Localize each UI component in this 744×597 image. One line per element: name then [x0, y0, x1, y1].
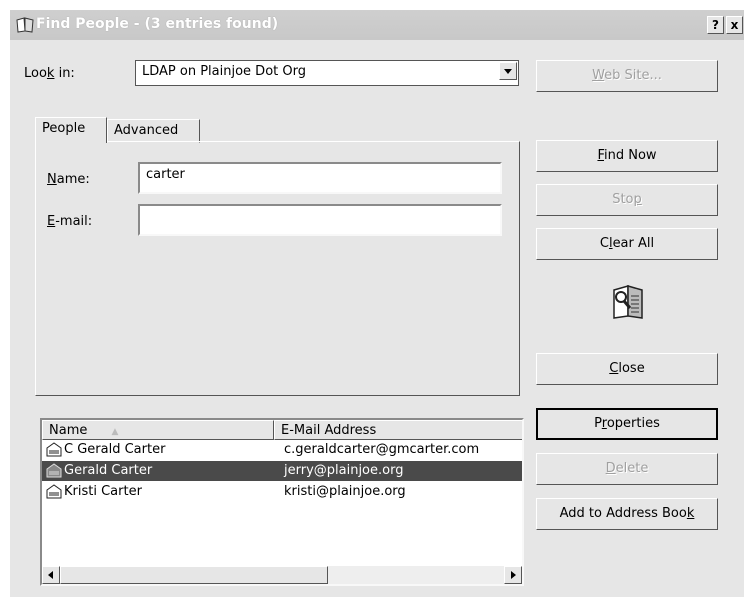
- scroll-right-icon: [511, 571, 516, 579]
- close-button[interactable]: Close: [536, 353, 718, 385]
- help-button[interactable]: ?: [707, 16, 724, 34]
- tab-people[interactable]: People: [35, 117, 107, 143]
- result-name: Kristi Carter: [64, 484, 142, 499]
- results-list[interactable]: Name ▲ E-Mail Address C Gerald Carter c.…: [40, 418, 524, 586]
- address-book-icon: [16, 17, 34, 33]
- column-header-name[interactable]: Name ▲: [42, 420, 274, 440]
- result-email: jerry@plainjoe.org: [284, 463, 404, 478]
- look-in-label: Look in:: [24, 66, 75, 81]
- clear-all-button[interactable]: Clear All: [536, 228, 718, 260]
- title-bar: Find People - (3 entries found) ? x: [10, 10, 744, 40]
- result-email: kristi@plainjoe.org: [284, 484, 406, 499]
- table-row[interactable]: Gerald Carter jerry@plainjoe.org: [42, 461, 522, 481]
- table-row[interactable]: C Gerald Carter c.geraldcarter@gmcarter.…: [42, 440, 522, 460]
- properties-button[interactable]: Properties: [536, 408, 718, 440]
- sort-ascending-icon: ▲: [111, 427, 119, 437]
- find-people-icon: [613, 285, 643, 319]
- help-icon: ?: [712, 18, 719, 32]
- stop-button[interactable]: Stop: [536, 184, 718, 216]
- result-name: C Gerald Carter: [64, 442, 166, 457]
- table-row[interactable]: Kristi Carter kristi@plainjoe.org: [42, 482, 522, 502]
- column-header-email[interactable]: E-Mail Address: [274, 420, 522, 440]
- email-input[interactable]: [138, 204, 502, 236]
- scroll-left-button[interactable]: [42, 566, 60, 584]
- contact-card-icon: [46, 442, 62, 457]
- contact-card-icon: [46, 463, 62, 478]
- chevron-down-icon[interactable]: [499, 62, 517, 80]
- horizontal-scrollbar[interactable]: [42, 566, 522, 584]
- delete-button[interactable]: Delete: [536, 453, 718, 485]
- find-people-dialog: Find People - (3 entries found) ? x Look…: [10, 10, 744, 597]
- scroll-left-icon: [48, 571, 53, 579]
- close-icon: x: [730, 18, 739, 32]
- look-in-select[interactable]: LDAP on Plainjoe Dot Org: [135, 60, 519, 86]
- name-input[interactable]: carter: [138, 162, 502, 194]
- contact-card-icon: [46, 484, 62, 499]
- find-now-button[interactable]: Find Now: [536, 140, 718, 172]
- scroll-right-button[interactable]: [504, 566, 522, 584]
- web-site-button[interactable]: Web Site...: [536, 60, 718, 92]
- add-to-address-book-button[interactable]: Add to Address Book: [536, 498, 718, 530]
- look-in-value: LDAP on Plainjoe Dot Org: [142, 64, 306, 79]
- window-title: Find People - (3 entries found): [36, 16, 279, 32]
- scrollbar-thumb[interactable]: [60, 566, 328, 584]
- close-window-button[interactable]: x: [726, 16, 743, 34]
- email-label: E-mail:: [47, 214, 93, 229]
- name-label: Name:: [47, 172, 90, 187]
- result-name: Gerald Carter: [64, 463, 153, 478]
- result-email: c.geraldcarter@gmcarter.com: [284, 442, 480, 457]
- tab-advanced[interactable]: Advanced: [107, 119, 200, 143]
